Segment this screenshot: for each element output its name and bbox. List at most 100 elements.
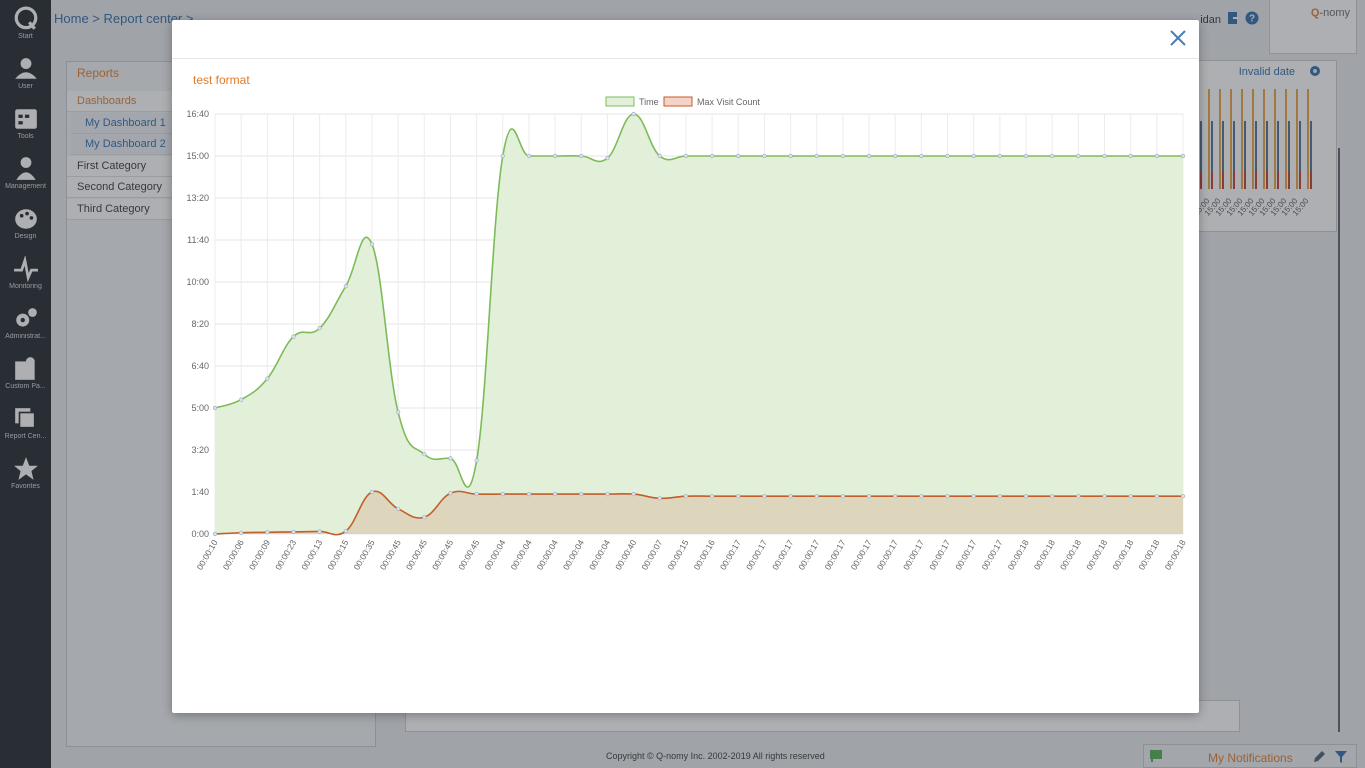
data-point[interactable] — [893, 494, 898, 499]
data-point[interactable] — [396, 410, 401, 415]
data-point[interactable] — [866, 153, 872, 159]
x-tick-label: 00:00:35 — [351, 538, 376, 572]
x-tick-label: 00:00:17 — [927, 538, 952, 572]
data-point[interactable] — [343, 528, 348, 534]
data-point[interactable] — [1102, 494, 1107, 499]
data-point[interactable] — [605, 492, 610, 497]
data-point[interactable] — [736, 494, 741, 499]
data-point[interactable] — [788, 153, 793, 159]
data-point[interactable] — [526, 492, 532, 497]
data-point[interactable] — [709, 494, 715, 499]
data-point[interactable] — [1050, 494, 1055, 499]
y-tick-label: 1:40 — [191, 487, 209, 497]
data-point[interactable] — [762, 494, 767, 499]
data-point[interactable] — [317, 529, 322, 534]
x-tick-label: 00:00:06 — [221, 538, 246, 572]
data-point[interactable] — [553, 153, 558, 159]
y-tick-label: 10:00 — [186, 277, 209, 287]
data-point[interactable] — [709, 153, 715, 159]
data-point[interactable] — [579, 492, 584, 497]
y-tick-label: 3:20 — [191, 445, 209, 455]
data-point[interactable] — [945, 494, 950, 499]
data-point[interactable] — [657, 496, 662, 501]
data-point[interactable] — [840, 153, 845, 159]
x-tick-label: 00:00:07 — [639, 538, 664, 572]
data-point[interactable] — [553, 492, 558, 497]
data-point[interactable] — [1076, 153, 1081, 159]
data-point[interactable] — [291, 334, 296, 339]
data-point[interactable] — [1180, 153, 1186, 159]
data-point[interactable] — [422, 452, 427, 457]
data-point[interactable] — [605, 156, 610, 161]
data-point[interactable] — [265, 530, 270, 535]
data-point[interactable] — [500, 492, 505, 497]
data-point[interactable] — [369, 489, 375, 495]
x-tick-label: 00:00:45 — [430, 538, 455, 572]
data-point[interactable] — [971, 153, 976, 159]
data-point[interactable] — [239, 530, 244, 535]
data-point[interactable] — [1154, 494, 1159, 499]
data-point[interactable] — [840, 494, 845, 499]
data-point[interactable] — [1023, 494, 1029, 499]
data-point[interactable] — [919, 153, 924, 159]
data-point[interactable] — [422, 515, 427, 520]
legend-label[interactable]: Max Visit Count — [697, 97, 760, 107]
x-tick-label: 00:00:04 — [587, 538, 612, 572]
data-point[interactable] — [736, 153, 741, 159]
data-point[interactable] — [265, 376, 270, 381]
data-point[interactable] — [212, 531, 218, 537]
x-tick-label: 00:00:17 — [770, 538, 795, 572]
data-point[interactable] — [1180, 494, 1186, 499]
data-point[interactable] — [474, 458, 479, 463]
data-point[interactable] — [448, 491, 453, 496]
data-point[interactable] — [997, 153, 1002, 159]
data-point[interactable] — [1128, 153, 1133, 159]
data-point[interactable] — [683, 153, 689, 159]
data-point[interactable] — [1128, 494, 1133, 499]
y-tick-label: 13:20 — [186, 193, 209, 203]
data-point[interactable] — [919, 494, 924, 499]
data-point[interactable] — [893, 153, 898, 159]
data-point[interactable] — [343, 284, 348, 289]
data-point[interactable] — [317, 326, 322, 331]
x-tick-label: 00:00:18 — [1006, 538, 1031, 572]
x-tick-label: 00:00:18 — [1032, 538, 1057, 572]
legend-swatch[interactable] — [663, 96, 693, 107]
data-point[interactable] — [814, 153, 819, 159]
data-point[interactable] — [866, 494, 872, 499]
data-point[interactable] — [474, 492, 479, 497]
data-point[interactable] — [788, 494, 793, 499]
data-point[interactable] — [448, 456, 453, 461]
data-point[interactable] — [657, 153, 662, 159]
data-point[interactable] — [291, 529, 296, 535]
data-point[interactable] — [526, 153, 532, 159]
legend-label[interactable]: Time — [639, 97, 659, 107]
x-tick-label: 00:00:04 — [561, 538, 586, 572]
data-point[interactable] — [945, 153, 950, 159]
legend-swatch[interactable] — [605, 96, 635, 107]
data-point[interactable] — [1023, 153, 1029, 159]
x-tick-label: 00:00:17 — [875, 538, 900, 572]
data-point[interactable] — [814, 494, 819, 499]
data-point[interactable] — [1076, 494, 1081, 499]
x-tick-label: 00:00:45 — [378, 538, 403, 572]
data-point[interactable] — [500, 153, 505, 159]
data-point[interactable] — [396, 506, 401, 511]
data-point[interactable] — [631, 111, 636, 117]
x-tick-label: 00:00:18 — [1058, 538, 1083, 572]
data-point[interactable] — [971, 494, 976, 499]
x-tick-label: 00:00:15 — [665, 538, 690, 572]
data-point[interactable] — [239, 397, 244, 402]
data-point[interactable] — [683, 494, 689, 499]
data-point[interactable] — [1050, 153, 1055, 159]
data-point[interactable] — [369, 242, 375, 247]
data-point[interactable] — [212, 405, 218, 411]
data-point[interactable] — [762, 153, 767, 159]
data-point[interactable] — [997, 494, 1002, 499]
x-tick-label: 00:00:09 — [247, 538, 272, 572]
data-point[interactable] — [631, 492, 636, 497]
data-point[interactable] — [1102, 153, 1107, 159]
data-point[interactable] — [1154, 153, 1159, 159]
data-point[interactable] — [579, 153, 584, 159]
x-tick-label: 00:00:04 — [535, 538, 560, 572]
